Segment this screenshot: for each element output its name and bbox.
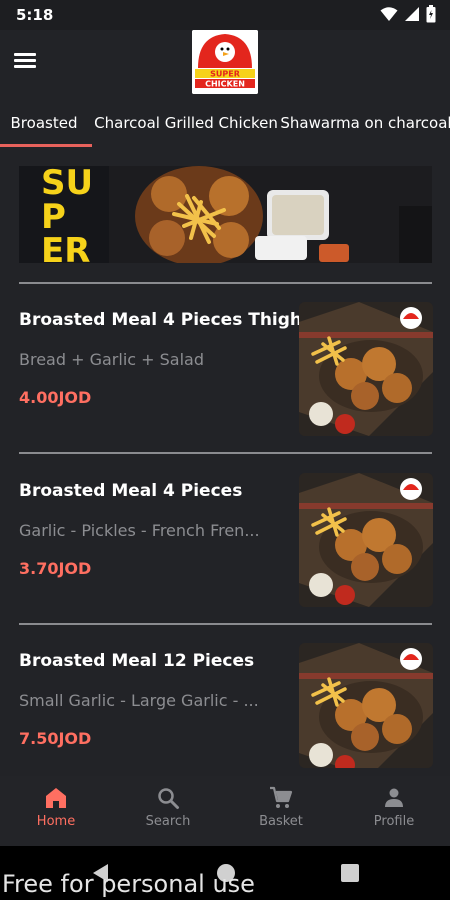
item-price: 3.70JOD — [19, 559, 92, 578]
status-bar: 5:18 — [0, 0, 450, 30]
divider — [19, 623, 432, 625]
status-icons — [380, 5, 436, 23]
item-title: Broasted Meal 12 Pieces — [19, 651, 255, 671]
tab-label: Broasted — [10, 114, 78, 132]
nav-profile[interactable]: Profile — [338, 776, 450, 846]
nav-search[interactable]: Search — [112, 776, 224, 846]
banner-word-line: SU — [41, 166, 94, 203]
app-screen: 5:18 SUPER CHICKEN Broasted Charcoal Gri… — [0, 0, 450, 900]
divider — [19, 452, 432, 454]
nav-basket[interactable]: Basket — [225, 776, 337, 846]
promo-banner[interactable]: SU P ER — [19, 166, 432, 263]
nav-label: Profile — [373, 814, 415, 829]
divider — [19, 282, 432, 284]
category-tabs: Broasted Charcoal Grilled Chicken Shawar… — [0, 100, 450, 148]
recents-icon[interactable] — [340, 863, 360, 883]
nav-home[interactable]: Home — [0, 776, 112, 846]
hamburger-line — [14, 53, 36, 56]
item-title: Broasted Meal 4 Pieces — [19, 481, 243, 501]
banner-super-word: SU P ER — [41, 166, 93, 263]
super-chicken-logo: SUPER CHICKEN — [192, 30, 258, 94]
hamburger-line — [14, 65, 36, 68]
menu-item[interactable]: Broasted Meal 4 Pieces Garlic - Pickles … — [0, 473, 450, 631]
fried-chicken-image — [299, 302, 433, 436]
logo-word-chicken: CHICKEN — [205, 80, 245, 89]
tab-charcoal-grilled-chicken[interactable]: Charcoal Grilled Chicken — [94, 100, 278, 146]
home-icon — [46, 788, 66, 808]
item-description: Bread + Garlic + Salad — [19, 350, 204, 369]
nav-label: Search — [145, 814, 191, 829]
item-description: Small Garlic - Large Garlic - ... — [19, 691, 259, 710]
item-thumbnail — [299, 643, 433, 768]
tab-broasted[interactable]: Broasted — [0, 100, 88, 146]
item-thumbnail — [299, 302, 433, 436]
hamburger-line — [14, 59, 36, 62]
fried-chicken-image — [299, 643, 433, 768]
bottom-navigation: Home Search Basket Profile — [0, 776, 450, 846]
watermark-text: Free for personal use — [2, 870, 255, 898]
fried-chicken-image — [299, 473, 433, 607]
tab-label: Shawarma on charcoal — [280, 114, 450, 132]
item-title: Broasted Meal 4 Pieces Thighs — [19, 310, 313, 330]
menu-item[interactable]: Broasted Meal 4 Pieces Thighs Bread + Ga… — [0, 302, 450, 460]
search-icon — [158, 788, 179, 809]
nav-label: Basket — [259, 814, 303, 829]
banner-word-line: ER — [41, 231, 91, 263]
item-thumbnail — [299, 473, 433, 607]
app-bar: SUPER CHICKEN — [0, 30, 450, 94]
item-description: Garlic - Pickles - French Fren... — [19, 521, 260, 540]
nav-label: Home — [36, 814, 76, 829]
battery-icon — [426, 5, 436, 23]
wifi-icon — [380, 7, 398, 21]
tab-label: Charcoal Grilled Chicken — [94, 114, 278, 132]
status-time: 5:18 — [16, 6, 54, 24]
banner-word-line: P — [41, 197, 66, 237]
chicken-logo-icon: SUPER CHICKEN — [192, 30, 258, 94]
cart-icon — [270, 786, 293, 808]
signal-icon — [405, 7, 419, 21]
person-icon — [385, 788, 403, 807]
item-price: 4.00JOD — [19, 388, 92, 407]
menu-button[interactable] — [14, 50, 42, 74]
item-price: 7.50JOD — [19, 729, 92, 748]
tab-shawarma-on-charcoal[interactable]: Shawarma on charcoal — [280, 100, 450, 146]
active-tab-indicator — [0, 144, 92, 147]
logo-word-super: SUPER — [210, 70, 240, 79]
